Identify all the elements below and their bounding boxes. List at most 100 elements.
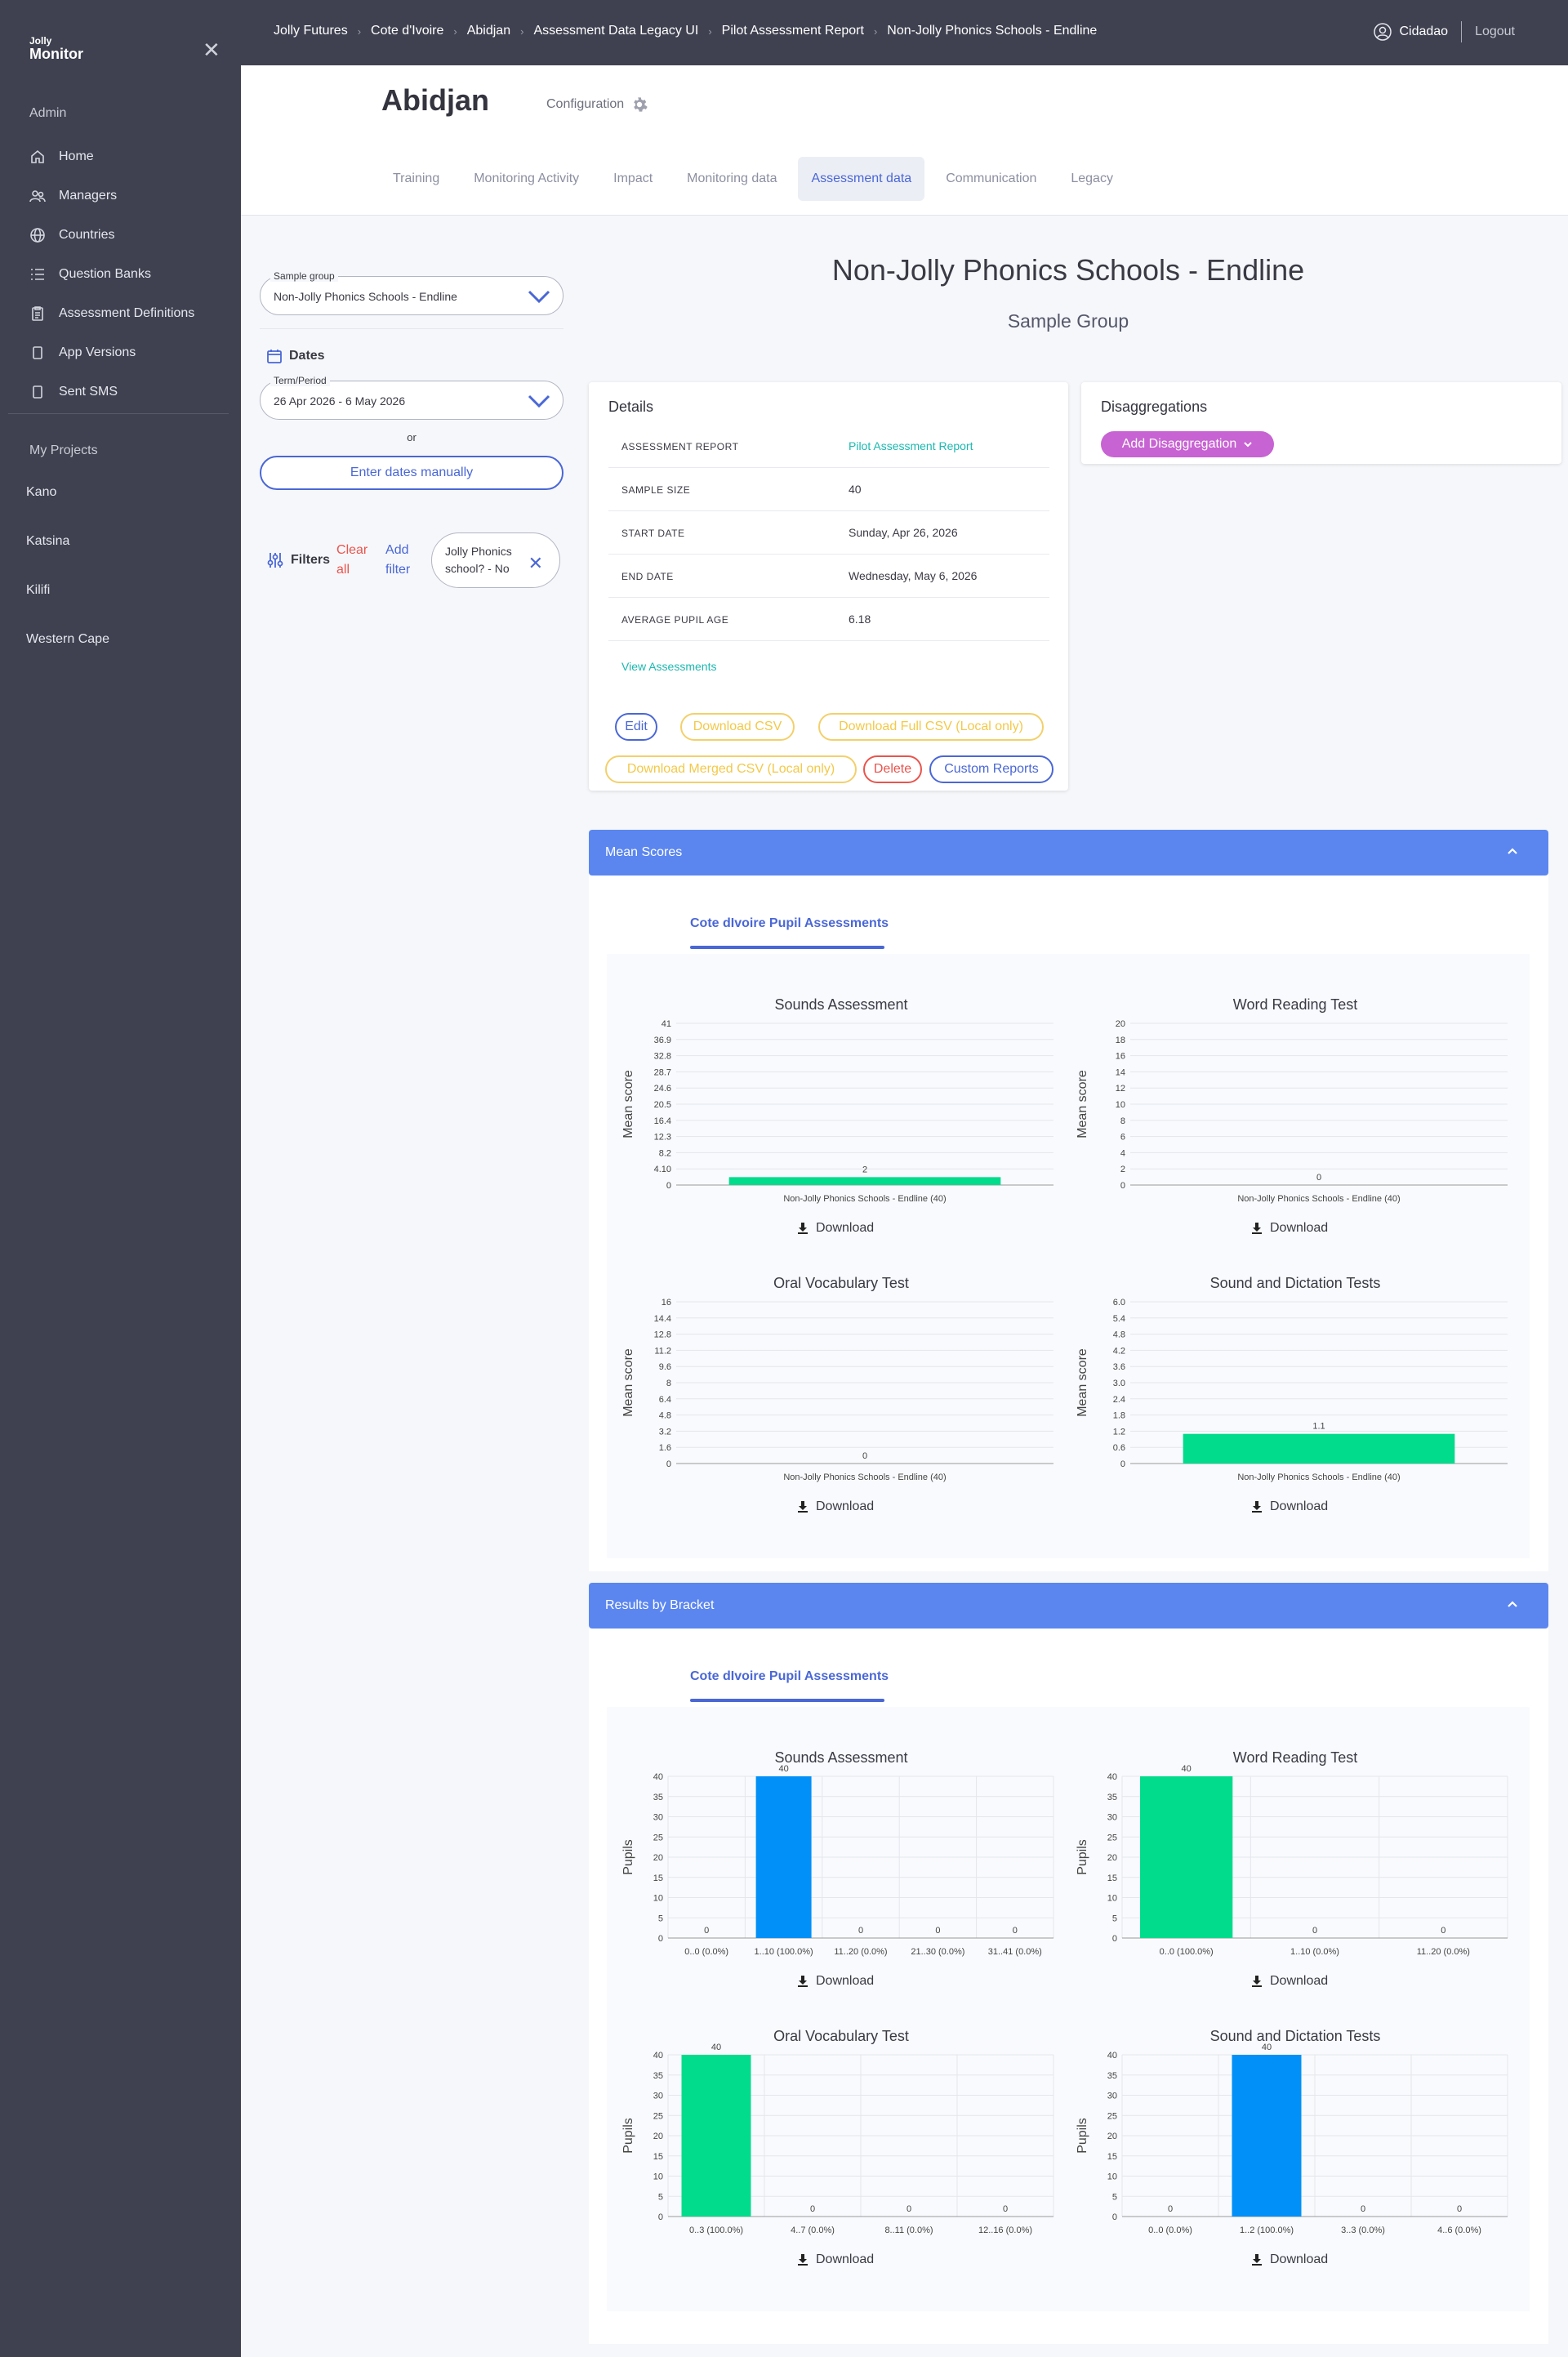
bar-chart: Mean score 0 0.6 1.2 1.8 2.4 3.0 3.6 4.2 4.8 5.4 6.… <box>1076 1298 1508 1482</box>
bar-chart: Pupils 0 5 10 15 20 25 30 35 40 40 0..3 (100.0%) 0 4.… <box>621 2043 1054 2235</box>
filter-chip-label: Jolly Phonics school? - No <box>445 545 512 575</box>
sidebar-item-app-versions[interactable]: App Versions <box>29 341 136 365</box>
tab-bar: Training Monitoring Activity Impact Moni… <box>380 157 1134 201</box>
logout-link[interactable]: Logout <box>1475 25 1515 39</box>
results-by-bracket-accordion[interactable]: Results by Bracket <box>589 1583 1548 1629</box>
breadcrumb-item[interactable]: Abidjan <box>467 24 510 38</box>
chart-block: Word Reading Test Mean score 0 2 4 6 8 10 12 14 16… <box>1075 992 1516 1262</box>
projects-section-label: My Projects <box>29 443 98 457</box>
sample-group-select[interactable]: Sample group Non-Jolly Phonics Schools -… <box>260 270 564 315</box>
filters-row: Filters Clear all Add filter Jolly Phoni… <box>266 532 561 588</box>
tab-assessment-data[interactable]: Assessment data <box>798 157 925 201</box>
mean-scores-accordion[interactable]: Mean Scores <box>589 830 1548 876</box>
delete-button[interactable]: Delete <box>863 755 922 783</box>
tab-cote-divoire-pupil-assessments[interactable]: Cote dIvoire Pupil Assessments <box>690 916 889 931</box>
y-axis-label: Pupils <box>621 2118 635 2154</box>
data-label: 0 <box>1003 2204 1008 2214</box>
data-label: 2 <box>862 1165 867 1174</box>
sidebar-item-assessment-definitions[interactable]: Assessment Definitions <box>29 301 194 326</box>
custom-reports-button[interactable]: Custom Reports <box>929 755 1054 783</box>
download-csv-button[interactable]: Download CSV <box>680 713 795 741</box>
detail-key: Assessment report <box>621 441 739 452</box>
y-tick-label: 8 <box>1120 1116 1125 1126</box>
add-disaggregation-button[interactable]: Add Disaggregation <box>1101 431 1274 457</box>
sample-group-label: Sample group <box>270 270 338 282</box>
x-tick-label: 0..0 (0.0%) <box>1148 2226 1192 2235</box>
sidebar-item-sent-sms[interactable]: Sent SMS <box>29 380 118 404</box>
y-tick-label: 12.8 <box>654 1330 671 1340</box>
tab-cote-divoire-pupil-assessments[interactable]: Cote dIvoire Pupil Assessments <box>690 1669 889 1684</box>
tab-communication[interactable]: Communication <box>933 157 1049 201</box>
detail-value: Wednesday, May 6, 2026 <box>849 569 978 582</box>
x-tick-label: 1..2 (100.0%) <box>1240 2226 1294 2235</box>
x-tick-label: 0..3 (100.0%) <box>689 2226 743 2235</box>
tab-monitoring-activity[interactable]: Monitoring Activity <box>461 157 592 201</box>
sidebar-project-western-cape[interactable]: Western Cape <box>26 632 109 647</box>
tab-impact[interactable]: Impact <box>600 157 666 201</box>
chart-title: Oral Vocabulary Test <box>773 1275 909 1291</box>
data-label: 0 <box>704 1926 709 1936</box>
sidebar-project-kano[interactable]: Kano <box>26 485 56 500</box>
bar-chart: Mean score 0 2 4 6 8 10 12 14 16 18 20 0 Non-Jolly Ph… <box>1076 1019 1508 1204</box>
sidebar-project-katsina[interactable]: Katsina <box>26 534 69 549</box>
download-chart-button[interactable]: Download <box>1250 1499 1328 1514</box>
close-icon[interactable]: ✕ <box>528 550 543 577</box>
disaggregations-card: Disaggregations Add Disaggregation <box>1081 382 1561 464</box>
detail-row: Average pupil age 6.18 <box>608 598 1049 641</box>
top-bar: Jolly Futures › Cote d'Ivoire › Abidjan … <box>241 0 1568 65</box>
breadcrumb-item[interactable]: Jolly Futures <box>274 24 348 38</box>
download-chart-button[interactable]: Download <box>1250 1974 1328 1989</box>
x-tick-label: 3..3 (0.0%) <box>1341 2226 1385 2235</box>
y-tick-label: 36.9 <box>654 1036 671 1045</box>
y-tick-label: 16.4 <box>654 1116 671 1126</box>
y-tick-label: 2.4 <box>1113 1395 1125 1405</box>
term-period-select[interactable]: Term/Period 26 Apr 2026 - 6 May 2026 <box>260 375 564 420</box>
y-tick-label: 40 <box>653 1772 663 1782</box>
sidebar-item-question-banks[interactable]: Question Banks <box>29 262 151 287</box>
download-chart-button[interactable]: Download <box>1250 2252 1328 2267</box>
sidebar-item-countries[interactable]: Countries <box>29 223 114 247</box>
download-chart-button[interactable]: Download <box>796 1974 874 1989</box>
sidebar-item-home[interactable]: Home <box>29 145 94 169</box>
chevron-up-icon <box>1508 1601 1517 1607</box>
breadcrumb-item[interactable]: Cote d'Ivoire <box>371 24 443 38</box>
tab-legacy[interactable]: Legacy <box>1058 157 1126 201</box>
configuration-link[interactable]: Configuration <box>546 96 648 114</box>
y-tick-label: 9.6 <box>659 1362 671 1372</box>
y-tick-label: 6.4 <box>659 1395 671 1405</box>
assessment-report-link[interactable]: Pilot Assessment Report <box>849 439 973 452</box>
y-tick-label: 8 <box>666 1379 671 1388</box>
clear-all-filters-button[interactable]: Clear all <box>336 541 379 580</box>
sidebar-project-kilifi[interactable]: Kilifi <box>26 583 50 598</box>
add-filter-button[interactable]: Add filter <box>385 541 428 580</box>
user-name[interactable]: Cidadao <box>1399 25 1448 39</box>
download-chart-button[interactable]: Download <box>796 1221 874 1236</box>
download-icon <box>1252 1976 1262 1987</box>
sidebar-item-managers[interactable]: Managers <box>29 184 117 208</box>
download-chart-button[interactable]: Download <box>796 2252 874 2267</box>
calendar-icon <box>267 350 282 363</box>
dates-title-text: Dates <box>289 349 325 363</box>
bar <box>1183 1433 1455 1464</box>
download-chart-button[interactable]: Download <box>1250 1221 1328 1236</box>
close-sidebar-icon[interactable]: ✕ <box>203 38 220 63</box>
device-icon <box>33 385 42 399</box>
breadcrumb: Jolly Futures › Cote d'Ivoire › Abidjan … <box>274 24 1097 38</box>
y-tick-label: 40 <box>653 2051 663 2061</box>
download-merged-csv-button[interactable]: Download Merged CSV (Local only) <box>605 755 857 783</box>
tab-monitoring-data[interactable]: Monitoring data <box>674 157 790 201</box>
sample-group-subtitle: Sample Group <box>1007 310 1129 332</box>
app-logo[interactable]: Jolly Monitor <box>29 36 83 61</box>
breadcrumb-item[interactable]: Assessment Data Legacy UI <box>533 24 698 38</box>
data-label: 0 <box>1168 2204 1173 2214</box>
download-full-csv-button[interactable]: Download Full CSV (Local only) <box>818 713 1044 741</box>
logo-top: Jolly <box>29 35 52 47</box>
download-chart-button[interactable]: Download <box>796 1499 874 1514</box>
enter-dates-manually-button[interactable]: Enter dates manually <box>260 456 564 490</box>
edit-button[interactable]: Edit <box>615 713 657 741</box>
tab-training[interactable]: Training <box>380 157 452 201</box>
view-assessments-link[interactable]: View Assessments <box>621 660 716 673</box>
logo-bottom: Monitor <box>29 46 83 62</box>
gear-icon <box>634 97 648 112</box>
breadcrumb-item[interactable]: Pilot Assessment Report <box>722 24 864 38</box>
